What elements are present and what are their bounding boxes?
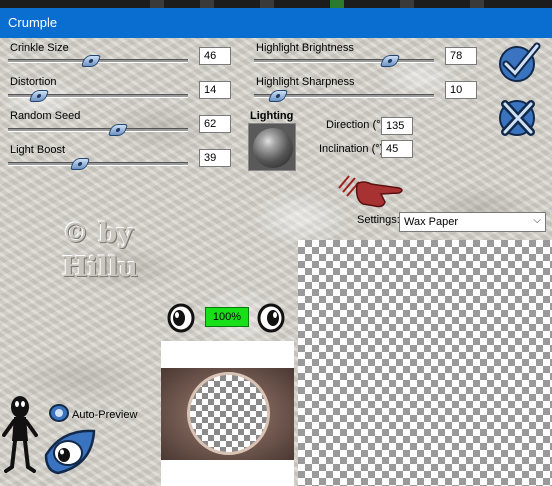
direction-label: Direction (°) bbox=[326, 119, 385, 131]
random-seed-slider[interactable] bbox=[8, 124, 188, 136]
watermark-line-2: Hillu bbox=[62, 252, 138, 283]
auto-preview-toggle-icon[interactable] bbox=[48, 403, 70, 423]
highlight-sharpness-slider[interactable] bbox=[254, 90, 434, 102]
crinkle-size-label: Crinkle Size bbox=[10, 42, 69, 54]
highlight-brightness-field[interactable]: 78 bbox=[445, 47, 477, 65]
pointing-hand-icon[interactable] bbox=[335, 172, 407, 212]
zoom-in-icon[interactable] bbox=[257, 303, 285, 333]
source-preview[interactable] bbox=[161, 341, 294, 486]
preview-image bbox=[161, 368, 294, 460]
distortion-slider[interactable] bbox=[8, 90, 188, 102]
auto-preview-label[interactable]: Auto-Preview bbox=[72, 409, 137, 421]
random-seed-field[interactable]: 62 bbox=[199, 115, 231, 133]
inclination-field[interactable]: 45 bbox=[381, 140, 413, 158]
zoom-level: 100% bbox=[205, 307, 249, 327]
preview-transparent-area bbox=[187, 372, 270, 455]
crinkle-size-slider[interactable] bbox=[8, 55, 188, 67]
light-boost-field[interactable]: 39 bbox=[199, 149, 231, 167]
watermark-line-1: © by bbox=[62, 218, 133, 249]
title-bar: Crumple bbox=[0, 8, 552, 38]
settings-selected-value: Wax Paper bbox=[404, 216, 459, 228]
chevron-down-icon: ⌵ bbox=[533, 215, 541, 226]
taskbar-strip bbox=[0, 0, 552, 8]
highlight-brightness-label: Highlight Brightness bbox=[256, 42, 354, 54]
distortion-field[interactable]: 14 bbox=[199, 81, 231, 99]
checkmark-ok-icon[interactable] bbox=[497, 40, 541, 84]
lighting-preview[interactable] bbox=[248, 123, 296, 171]
direction-field[interactable]: 135 bbox=[381, 117, 413, 135]
crinkle-size-field[interactable]: 46 bbox=[199, 47, 231, 65]
light-boost-slider[interactable] bbox=[8, 158, 188, 170]
highlight-sharpness-label: Highlight Sharpness bbox=[256, 76, 355, 88]
window-title: Crumple bbox=[8, 15, 58, 30]
distortion-label: Distortion bbox=[10, 76, 57, 88]
eye-preview-icon[interactable] bbox=[42, 425, 98, 477]
x-cancel-icon[interactable] bbox=[497, 96, 541, 140]
random-seed-label: Random Seed bbox=[10, 110, 81, 122]
settings-label: Settings: bbox=[357, 214, 400, 226]
light-boost-label: Light Boost bbox=[10, 144, 66, 156]
lighting-label: Lighting bbox=[250, 110, 294, 122]
inclination-label: Inclination (°) bbox=[319, 143, 384, 155]
mascot-figure-icon bbox=[2, 396, 38, 473]
settings-dropdown[interactable]: Wax Paper ⌵ bbox=[399, 212, 546, 232]
result-preview[interactable] bbox=[298, 240, 552, 486]
zoom-out-icon[interactable] bbox=[167, 303, 195, 333]
highlight-brightness-slider[interactable] bbox=[254, 55, 434, 67]
highlight-sharpness-field[interactable]: 10 bbox=[445, 81, 477, 99]
light-sphere[interactable] bbox=[253, 128, 293, 168]
